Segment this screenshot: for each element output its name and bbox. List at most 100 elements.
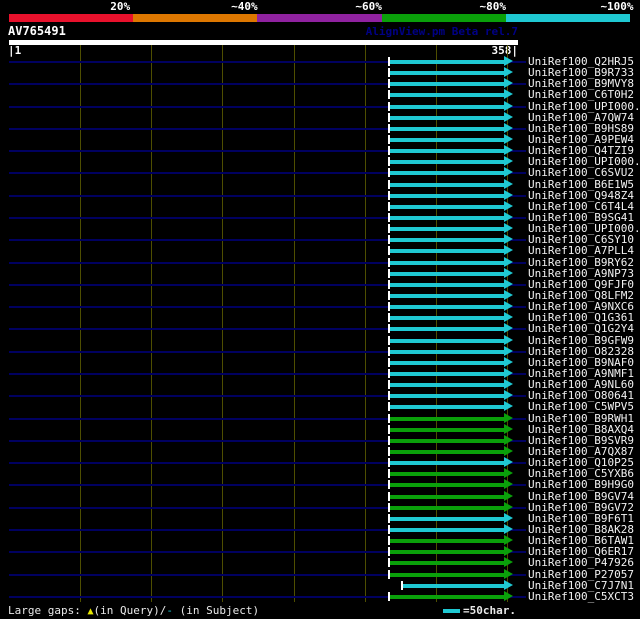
hit-bar[interactable]	[390, 394, 504, 399]
hit-row[interactable]: UniRef100_B9H9G0	[0, 479, 640, 490]
hit-arrowhead-icon	[504, 323, 513, 334]
hit-label[interactable]: UniRef100_C5XCT3	[528, 591, 634, 602]
hit-label[interactable]: UniRef100_B9GV74	[528, 491, 634, 502]
identity-key-label: ~100%	[600, 0, 634, 13]
identity-key-bar	[9, 14, 631, 22]
hit-bar[interactable]	[390, 238, 504, 243]
hit-bar[interactable]	[390, 204, 504, 209]
hit-arrowhead-icon	[504, 301, 513, 312]
hit-row[interactable]: UniRef100_A7PLL4	[0, 245, 640, 256]
hit-bar[interactable]	[390, 160, 504, 165]
hit-bar[interactable]	[390, 327, 504, 332]
hit-bar[interactable]	[390, 71, 504, 76]
hit-bar[interactable]	[390, 528, 504, 532]
hit-row[interactable]: UniRef100_P27057	[0, 568, 640, 580]
hit-bar[interactable]	[390, 305, 504, 310]
hit-bar[interactable]	[390, 427, 504, 432]
hit-bar[interactable]	[390, 572, 504, 577]
subject-gap-dash-icon: -	[166, 604, 173, 617]
hit-arrowhead-icon	[504, 546, 513, 557]
hit-arrowhead-icon	[504, 145, 513, 156]
hit-bar[interactable]	[390, 60, 504, 64]
hit-bar[interactable]	[390, 260, 504, 265]
hit-bar[interactable]	[390, 539, 504, 544]
hit-row[interactable]: UniRef100_Q1G2Y4	[0, 323, 640, 334]
hit-bar[interactable]	[390, 182, 504, 187]
hit-bar[interactable]	[390, 383, 504, 388]
identity-key-label: ~40%	[231, 0, 258, 13]
hit-row[interactable]: UniRef100_C6SVU2	[0, 167, 640, 178]
hit-label[interactable]: UniRef100_C6T0H2	[528, 89, 634, 100]
hit-bar[interactable]	[390, 561, 504, 566]
hit-bar[interactable]	[390, 171, 504, 176]
hit-arrowhead-icon	[504, 590, 513, 601]
hit-bar[interactable]	[390, 594, 504, 599]
hit-label[interactable]: UniRef100_C5WPV5	[528, 401, 634, 412]
hit-bar[interactable]	[390, 505, 504, 510]
hit-bar[interactable]	[390, 472, 504, 477]
subject-gap-text: (in Subject)	[173, 604, 260, 617]
hit-row[interactable]: UniRef100_B9GV74	[0, 490, 640, 502]
hit-label[interactable]: UniRef100_A7PLL4	[528, 245, 634, 256]
hit-bar[interactable]	[390, 550, 504, 555]
hit-arrowhead-icon	[504, 312, 513, 323]
hit-arrowhead-icon	[504, 56, 513, 66]
hit-bar[interactable]	[390, 316, 504, 321]
hit-bar[interactable]	[390, 126, 504, 131]
hit-label[interactable]: UniRef100_P27057	[528, 569, 634, 580]
hit-row[interactable]: UniRef100_UPI000..	[0, 100, 640, 112]
scale-legend-swatch	[443, 609, 460, 613]
hit-row[interactable]: UniRef100_P47926	[0, 557, 640, 568]
hit-bar[interactable]	[390, 372, 504, 376]
hit-bar[interactable]	[390, 494, 504, 499]
hit-row[interactable]: UniRef100_C5WPV5	[0, 401, 640, 412]
hit-bar[interactable]	[390, 82, 504, 87]
hit-row[interactable]: UniRef100_B9GFW9	[0, 334, 640, 346]
hit-arrowhead-icon	[504, 278, 513, 289]
hit-arrowhead-icon	[504, 267, 513, 278]
hit-bar[interactable]	[390, 282, 504, 287]
hit-label[interactable]: UniRef100_P47926	[528, 557, 634, 568]
hit-bar[interactable]	[390, 360, 504, 365]
hit-bar[interactable]	[390, 461, 504, 466]
hit-bar[interactable]	[390, 193, 504, 198]
hit-bar[interactable]	[390, 338, 504, 343]
hit-arrowhead-icon	[504, 67, 513, 78]
hit-bar[interactable]	[390, 216, 504, 220]
hit-row[interactable]: UniRef100_B6E1W5	[0, 178, 640, 190]
hit-bar[interactable]	[390, 349, 504, 354]
hit-bar[interactable]	[390, 104, 504, 109]
hit-bar[interactable]	[390, 450, 504, 454]
hit-label[interactable]: UniRef100_Q1G2Y4	[528, 323, 634, 334]
hit-bar[interactable]	[390, 294, 504, 298]
identity-key-segment	[381, 14, 506, 22]
hit-label[interactable]: UniRef100_C6SVU2	[528, 167, 634, 178]
hit-arrowhead-icon	[504, 524, 513, 534]
hit-label[interactable]: UniRef100_B9RWH1	[528, 413, 634, 424]
hit-bar[interactable]	[390, 405, 504, 410]
hit-arrowhead-icon	[504, 535, 513, 546]
hit-bar[interactable]	[390, 249, 504, 254]
hit-bar[interactable]	[390, 149, 504, 154]
hit-bar[interactable]	[390, 438, 504, 443]
query-id: AV765491	[8, 24, 66, 38]
hit-bar[interactable]	[390, 138, 504, 142]
hit-bar[interactable]	[390, 115, 504, 120]
hit-arrowhead-icon	[504, 579, 513, 590]
hit-row[interactable]: UniRef100_B9RY62	[0, 256, 640, 268]
hit-arrowhead-icon	[504, 401, 513, 412]
hit-bar[interactable]	[403, 583, 504, 588]
hit-row[interactable]: UniRef100_C5XCT3	[0, 590, 640, 602]
hit-bar[interactable]	[390, 227, 504, 232]
hit-bar[interactable]	[390, 483, 504, 488]
hit-arrowhead-icon	[504, 423, 513, 434]
hit-bar[interactable]	[390, 271, 504, 276]
identity-key-label: ~80%	[479, 0, 507, 13]
hit-row[interactable]: UniRef100_C6T0H2	[0, 89, 640, 100]
hit-bar[interactable]	[390, 93, 504, 98]
hit-row[interactable]: UniRef100_B9RWH1	[0, 412, 640, 424]
hit-bar[interactable]	[390, 416, 504, 421]
hit-bar[interactable]	[390, 516, 504, 521]
hit-arrowhead-icon	[504, 245, 513, 256]
hit-label[interactable]: UniRef100_B9H9G0	[528, 479, 634, 490]
